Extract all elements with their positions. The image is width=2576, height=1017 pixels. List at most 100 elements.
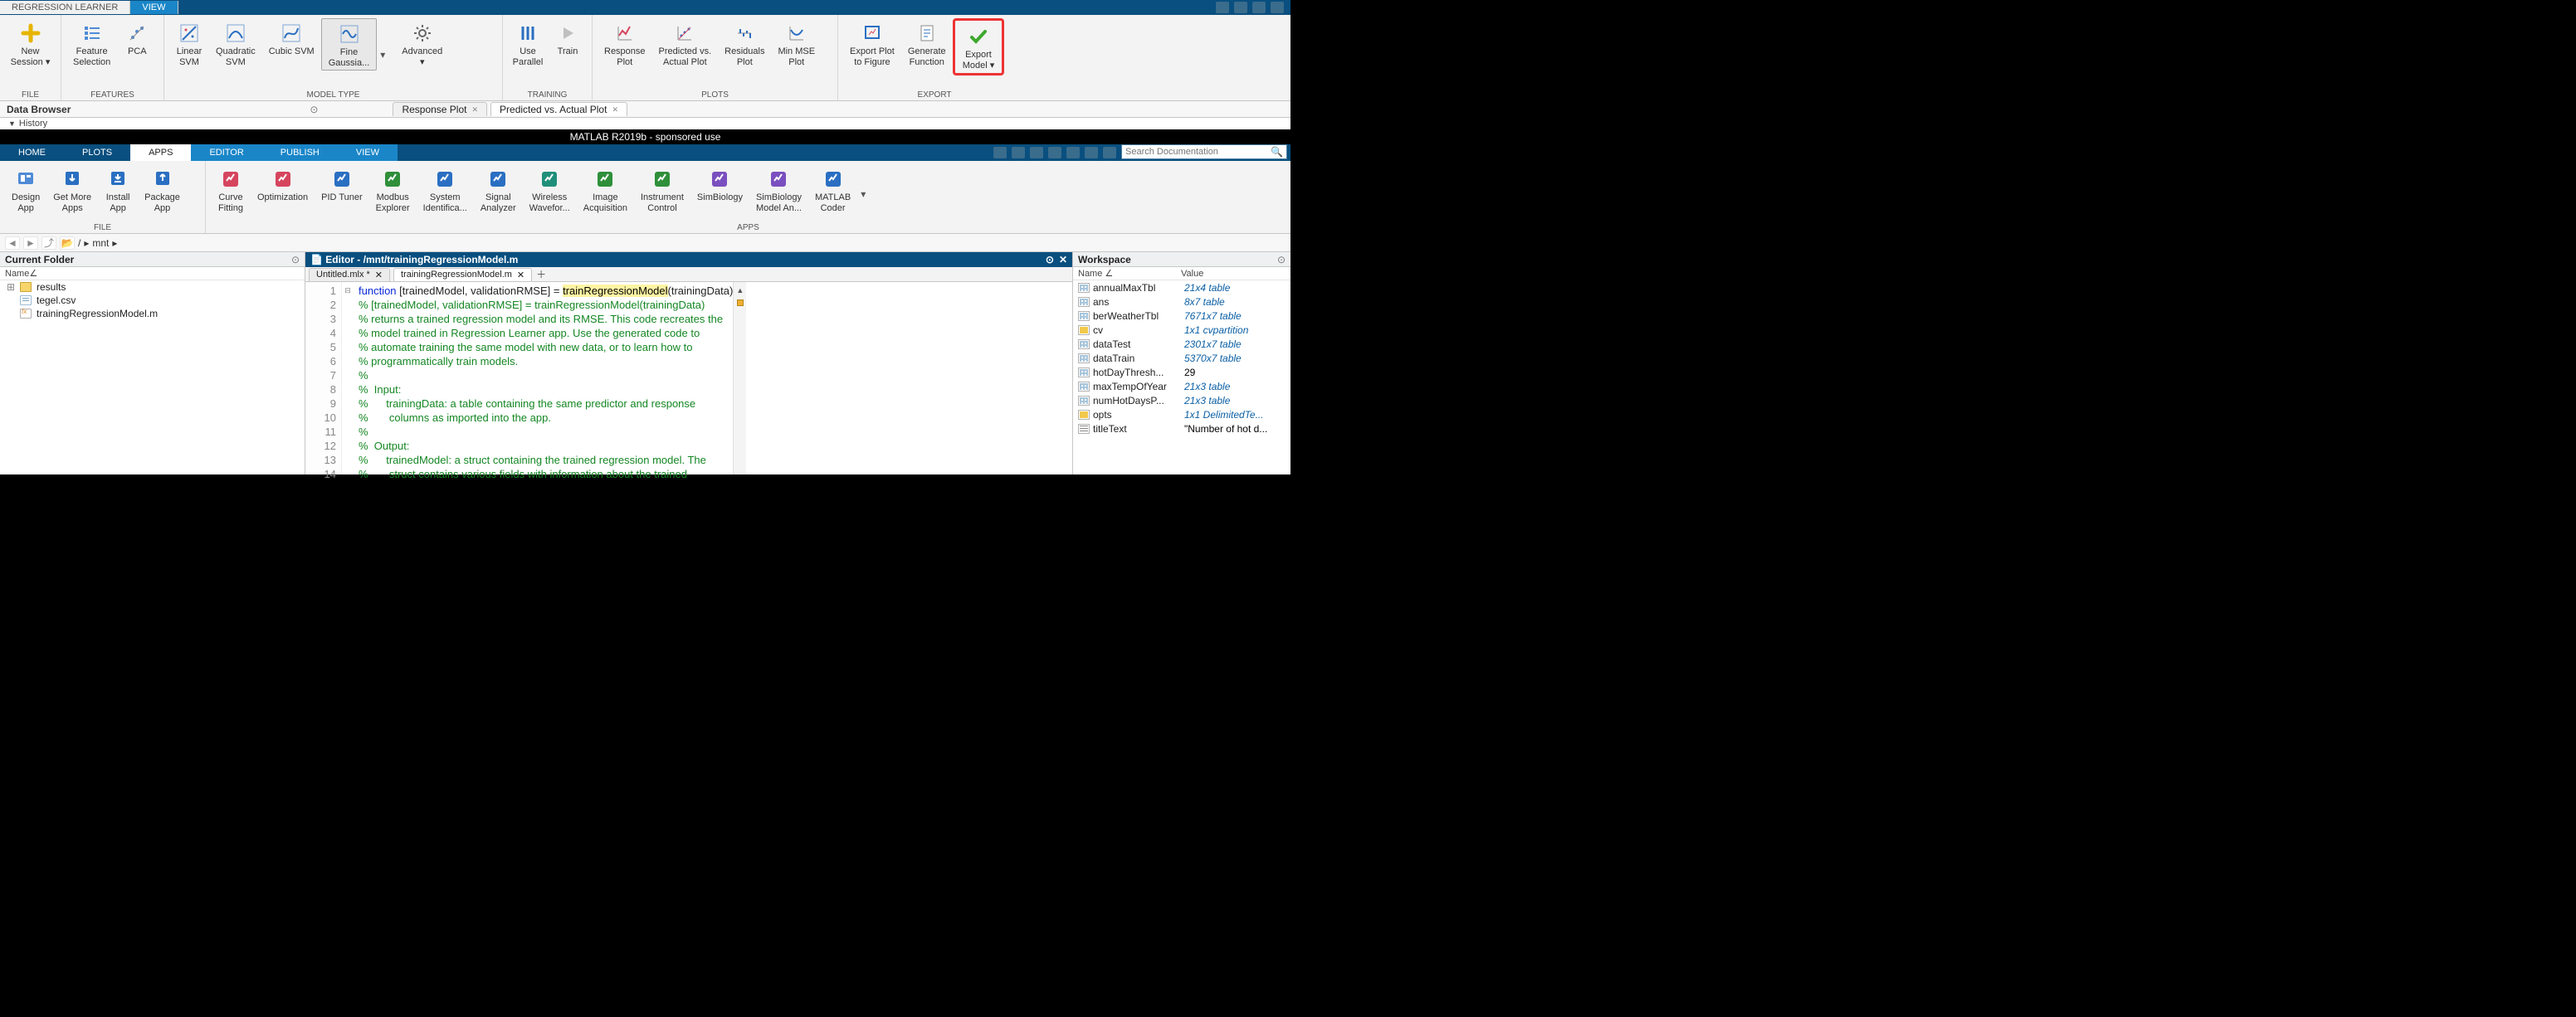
app-11[interactable]: MATLAB Coder bbox=[808, 164, 857, 215]
panel-collapse-icon[interactable]: ⊙ bbox=[1277, 254, 1286, 265]
close-icon[interactable]: ✕ bbox=[471, 105, 478, 114]
qat-paste-icon[interactable] bbox=[1048, 147, 1061, 158]
new-session-button[interactable]: New Session ▾ bbox=[5, 18, 56, 69]
rl-doc-tab-predicted-vs-actual[interactable]: Predicted vs. Actual Plot✕ bbox=[490, 102, 627, 116]
expand-icon[interactable]: ⊞ bbox=[7, 281, 15, 293]
workspace-var[interactable]: dataTest2301x7 table bbox=[1073, 337, 1290, 351]
model-cubic-svm[interactable]: Cubic SVM bbox=[262, 18, 321, 59]
editor-tab-training[interactable]: trainingRegressionModel.m✕ bbox=[393, 268, 532, 281]
panel-collapse-icon[interactable]: ⊙ bbox=[291, 254, 300, 265]
rl-win-icon[interactable] bbox=[1234, 2, 1247, 13]
qat-redo-icon[interactable] bbox=[1085, 147, 1098, 158]
rl-history-panel[interactable]: ▼History bbox=[0, 118, 1290, 129]
nav-back-button[interactable]: ◄ bbox=[5, 236, 20, 250]
advanced-button[interactable]: Advanced ▾ bbox=[395, 18, 449, 69]
package-app-button[interactable]: Package App bbox=[138, 164, 187, 215]
workspace-var[interactable]: maxTempOfYear21x3 table bbox=[1073, 379, 1290, 393]
workspace-var[interactable]: numHotDaysP...21x3 table bbox=[1073, 393, 1290, 407]
workspace-var[interactable]: opts1x1 DelimitedTe... bbox=[1073, 407, 1290, 421]
tab-home[interactable]: HOME bbox=[0, 144, 64, 161]
generate-function-button[interactable]: Generate Function bbox=[901, 18, 953, 69]
doc-search[interactable]: 🔍 bbox=[1121, 144, 1287, 159]
file-item[interactable]: trainingRegressionModel.m bbox=[0, 307, 305, 320]
editor-code-area[interactable]: 1234567891011121314 ⊟ function [trainedM… bbox=[305, 282, 1072, 474]
workspace-var[interactable]: cv1x1 cvpartition bbox=[1073, 323, 1290, 337]
apps-gallery-dropdown[interactable]: ▾ bbox=[857, 164, 869, 223]
rl-tab-regression-learner[interactable]: REGRESSION LEARNER bbox=[0, 1, 130, 14]
install-app-button[interactable]: Install App bbox=[98, 164, 138, 215]
code-lines[interactable]: function [trainedModel, validationRMSE] … bbox=[354, 282, 733, 474]
column-header[interactable]: Value bbox=[1181, 269, 1203, 279]
rl-doc-tab-response-plot[interactable]: Response Plot✕ bbox=[393, 102, 487, 116]
close-icon[interactable]: ✕ bbox=[375, 270, 383, 280]
tab-publish[interactable]: PUBLISH bbox=[262, 144, 338, 161]
qat-copy-icon[interactable] bbox=[1030, 147, 1043, 158]
model-quadratic-svm[interactable]: Quadratic SVM bbox=[209, 18, 262, 69]
panel-menu-icon[interactable]: ⊙ bbox=[1046, 254, 1054, 265]
app-9[interactable]: SimBiology bbox=[690, 164, 749, 205]
editor-new-tab-button[interactable]: ＋ bbox=[535, 267, 547, 281]
path-segment[interactable]: mnt bbox=[92, 237, 109, 249]
feature-selection-button[interactable]: Feature Selection bbox=[66, 18, 117, 69]
data-browser-collapse-icon[interactable]: ⊙ bbox=[310, 104, 318, 115]
get-more-apps-button[interactable]: Get More Apps bbox=[46, 164, 98, 215]
rl-win-icon[interactable] bbox=[1216, 2, 1229, 13]
app-7[interactable]: Image Acquisition bbox=[577, 164, 634, 215]
tab-editor[interactable]: EDITOR bbox=[191, 144, 261, 161]
workspace-var[interactable]: berWeatherTbl7671x7 table bbox=[1073, 309, 1290, 323]
workspace-var[interactable]: dataTrain5370x7 table bbox=[1073, 351, 1290, 365]
workspace-var[interactable]: titleText"Number of hot d... bbox=[1073, 421, 1290, 436]
residuals-plot-button[interactable]: Residuals Plot bbox=[718, 18, 771, 69]
scroll-up-icon[interactable]: ▲ bbox=[736, 284, 744, 298]
app-5[interactable]: Signal Analyzer bbox=[474, 164, 523, 215]
close-icon[interactable]: ✕ bbox=[612, 105, 618, 114]
rl-tab-view[interactable]: VIEW bbox=[130, 1, 178, 14]
app-1[interactable]: Optimization bbox=[251, 164, 315, 205]
rl-win-icon[interactable] bbox=[1252, 2, 1266, 13]
app-0[interactable]: Curve Fitting bbox=[211, 164, 251, 215]
response-plot-button[interactable]: Response Plot bbox=[598, 18, 652, 69]
app-8[interactable]: Instrument Control bbox=[634, 164, 690, 215]
qat-undo-icon[interactable] bbox=[1066, 147, 1080, 158]
qat-save-icon[interactable] bbox=[993, 147, 1007, 158]
predicted-vs-actual-button[interactable]: Predicted vs. Actual Plot bbox=[652, 18, 719, 69]
workspace-var[interactable]: hotDayThresh...29 bbox=[1073, 365, 1290, 379]
model-linear-svm[interactable]: Linear SVM bbox=[169, 18, 209, 69]
nav-folder-button[interactable]: 📂 bbox=[60, 236, 75, 250]
export-model-button[interactable]: Export Model ▾ bbox=[956, 22, 1002, 72]
file-item[interactable]: tegel.csv bbox=[0, 294, 305, 307]
app-2[interactable]: PID Tuner bbox=[315, 164, 369, 205]
column-header[interactable]: Name ∠ bbox=[1078, 268, 1181, 279]
tab-plots[interactable]: PLOTS bbox=[64, 144, 130, 161]
tab-apps[interactable]: APPS bbox=[130, 144, 191, 161]
qat-help-icon[interactable] bbox=[1103, 147, 1116, 158]
app-10[interactable]: SimBiology Model An... bbox=[749, 164, 808, 215]
export-plot-button[interactable]: Export Plot to Figure bbox=[843, 18, 901, 69]
app-3[interactable]: Modbus Explorer bbox=[369, 164, 417, 215]
panel-close-icon[interactable]: ✕ bbox=[1059, 254, 1067, 265]
use-parallel-button[interactable]: Use Parallel bbox=[508, 18, 548, 69]
model-gallery-dropdown[interactable]: ▾ bbox=[377, 18, 388, 90]
qat-cut-icon[interactable] bbox=[1012, 147, 1025, 158]
train-button[interactable]: Train bbox=[548, 18, 588, 59]
editor-tab-untitled[interactable]: Untitled.mlx *✕ bbox=[309, 268, 390, 281]
close-icon[interactable]: ✕ bbox=[517, 270, 524, 280]
nav-up-button[interactable]: ⤴ bbox=[41, 236, 56, 250]
model-fine-gaussian[interactable]: Fine Gaussia... bbox=[321, 18, 378, 71]
app-6[interactable]: Wireless Wavefor... bbox=[523, 164, 577, 215]
pca-button[interactable]: PCA bbox=[117, 18, 157, 59]
file-item[interactable]: ⊞results bbox=[0, 280, 305, 294]
nav-fwd-button[interactable]: ► bbox=[23, 236, 38, 250]
column-header[interactable]: Name bbox=[5, 269, 29, 279]
code-warning-marker[interactable] bbox=[737, 299, 744, 306]
workspace-var[interactable]: annualMaxTbl21x4 table bbox=[1073, 280, 1290, 294]
tab-view[interactable]: VIEW bbox=[338, 144, 398, 161]
rl-win-icon[interactable] bbox=[1271, 2, 1284, 13]
min-mse-plot-button[interactable]: Min MSE Plot bbox=[771, 18, 822, 69]
fold-gutter[interactable]: ⊟ bbox=[342, 282, 354, 474]
search-icon[interactable]: 🔍 bbox=[1267, 146, 1286, 158]
design-app-button[interactable]: Design App bbox=[5, 164, 46, 215]
workspace-var[interactable]: ans8x7 table bbox=[1073, 294, 1290, 309]
doc-search-input[interactable] bbox=[1122, 147, 1267, 157]
app-4[interactable]: System Identifica... bbox=[417, 164, 474, 215]
